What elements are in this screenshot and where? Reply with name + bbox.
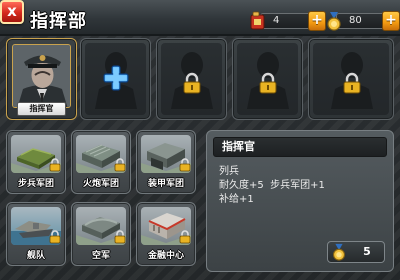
building-finance[interactable]: 金融中心 — [136, 202, 196, 266]
lock-icon — [114, 158, 126, 172]
lock-icon — [259, 72, 277, 94]
building-artillery-label: 火炮军团 — [82, 179, 119, 189]
lock-icon — [114, 230, 126, 244]
building-airforce[interactable]: 空军 — [71, 202, 131, 266]
building-fleet-label: 舰队 — [26, 251, 45, 261]
medal-icon — [327, 12, 341, 31]
cost-value: 5 — [363, 245, 371, 258]
building-airforce-label: 空军 — [91, 251, 110, 261]
lock-icon — [183, 72, 201, 94]
lock-icon — [49, 158, 61, 172]
info-supply: 补给+1 — [219, 194, 254, 205]
officer-portrait-icon — [13, 45, 70, 107]
info-rank: 列兵 — [219, 166, 239, 177]
add-medal-button[interactable]: + — [382, 11, 400, 31]
info-title: 指挥官 — [213, 137, 387, 157]
slot-add[interactable] — [80, 38, 151, 120]
cost-button[interactable]: 5 — [327, 241, 385, 263]
header-bar: x 指挥部 4 + 80 + — [0, 0, 400, 36]
building-armor[interactable]: 装甲军团 — [136, 130, 196, 194]
slot-commander[interactable]: 指挥官 — [6, 38, 77, 120]
medal-icon — [333, 243, 345, 261]
lock-icon — [179, 230, 191, 244]
plus-icon — [103, 65, 129, 91]
lock-icon — [49, 230, 61, 244]
fuel-resource: 4 + — [248, 11, 326, 31]
lock-icon — [343, 72, 361, 94]
building-armor-label: 装甲军团 — [147, 179, 184, 189]
building-finance-label: 金融中心 — [147, 251, 184, 261]
page-title: 指挥部 — [30, 11, 87, 32]
fuel-can-icon — [250, 11, 265, 30]
close-button[interactable]: x — [0, 0, 24, 24]
lock-icon — [179, 158, 191, 172]
slot-locked-1[interactable] — [156, 38, 227, 120]
building-fleet[interactable]: 舰队 — [6, 202, 66, 266]
slot-locked-3[interactable] — [308, 38, 394, 120]
officer-portrait — [12, 44, 71, 108]
building-infantry[interactable]: 步兵军团 — [6, 130, 66, 194]
info-panel: 指挥官 列兵 耐久度+5 步兵军团+1 补给+1 5 — [206, 130, 394, 272]
info-stats: 耐久度+5 步兵军团+1 — [219, 180, 325, 191]
medal-resource: 80 + — [324, 11, 400, 31]
building-artillery[interactable]: 火炮军团 — [71, 130, 131, 194]
building-infantry-label: 步兵军团 — [17, 179, 54, 189]
slot-commander-label: 指挥官 — [17, 102, 66, 116]
slot-locked-2[interactable] — [232, 38, 303, 120]
